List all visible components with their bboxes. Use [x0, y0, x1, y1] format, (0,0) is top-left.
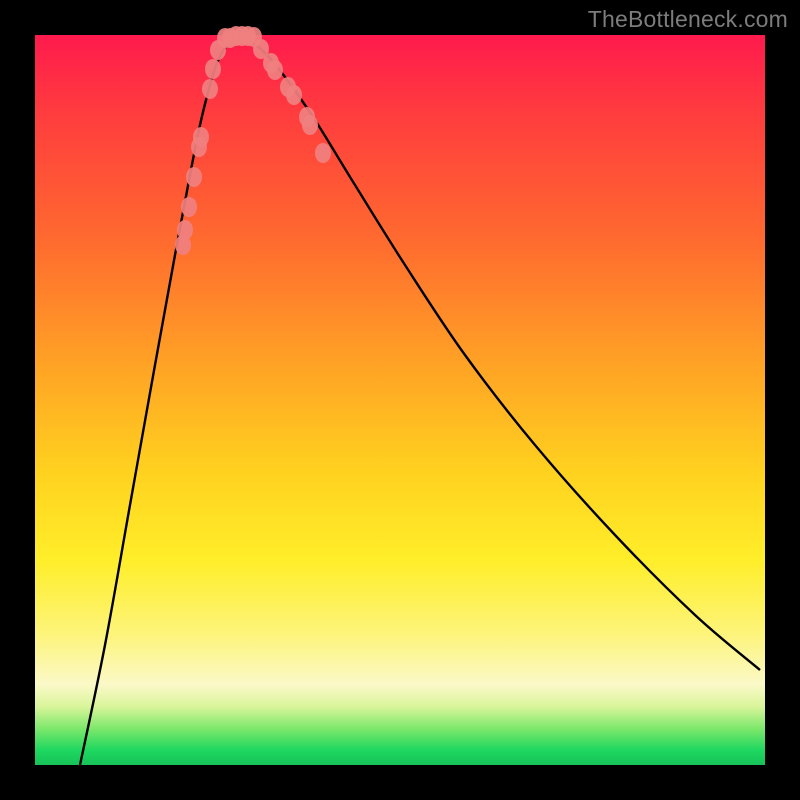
- data-marker: [302, 115, 318, 135]
- data-marker: [286, 85, 302, 105]
- marker-layer: [175, 26, 331, 255]
- plot-area: [35, 35, 765, 765]
- data-marker: [205, 59, 221, 79]
- data-marker: [193, 127, 209, 147]
- data-marker: [181, 197, 197, 217]
- data-marker: [315, 143, 331, 163]
- data-marker: [177, 220, 193, 240]
- data-marker: [267, 60, 283, 80]
- data-marker: [186, 167, 202, 187]
- chart-svg: [35, 35, 765, 765]
- curve-layer: [80, 38, 760, 765]
- bottleneck-curve: [80, 38, 760, 765]
- chart-frame: TheBottleneck.com: [0, 0, 800, 800]
- data-marker: [202, 79, 218, 99]
- watermark-text: TheBottleneck.com: [588, 6, 788, 33]
